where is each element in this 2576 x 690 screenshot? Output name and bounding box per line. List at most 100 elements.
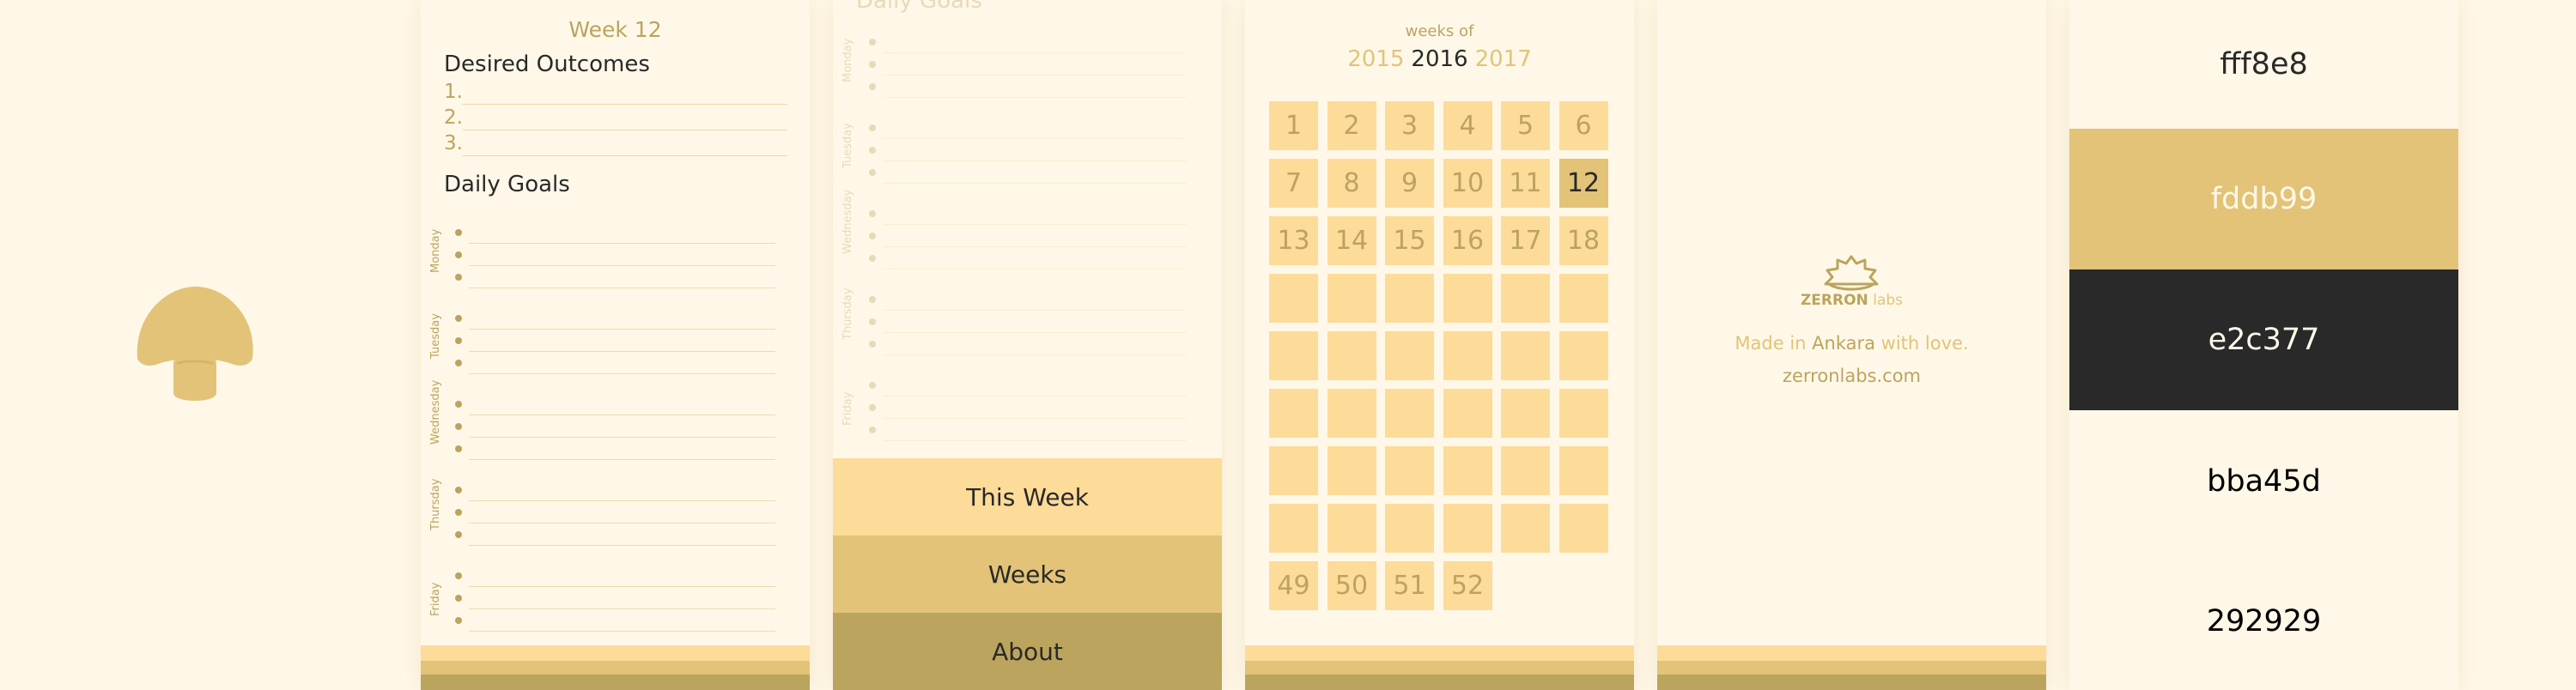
goal-row[interactable] (455, 352, 775, 374)
goal-row[interactable] (455, 307, 775, 330)
week-cell[interactable] (1501, 274, 1550, 323)
week-cell-13[interactable]: 13 (1269, 216, 1318, 265)
week-cell[interactable] (1501, 389, 1550, 438)
goal-row[interactable] (455, 587, 775, 609)
week-cell[interactable] (1501, 331, 1550, 380)
made-in-text: Made in Ankara with love. (1735, 333, 1969, 354)
goal-row[interactable] (869, 247, 1187, 269)
week-cell[interactable] (1385, 389, 1434, 438)
goal-row[interactable] (455, 415, 775, 438)
week-cell-7[interactable]: 7 (1269, 159, 1318, 208)
week-cell[interactable] (1385, 504, 1434, 553)
week-cell-15[interactable]: 15 (1385, 216, 1434, 265)
week-cell-8[interactable]: 8 (1327, 159, 1376, 208)
week-cell[interactable] (1558, 389, 1608, 438)
week-cell-1[interactable]: 1 (1269, 101, 1318, 150)
outcome-row-1[interactable]: 1. (444, 81, 787, 105)
week-cell[interactable] (1327, 504, 1376, 553)
week-cell[interactable] (1327, 446, 1376, 495)
week-cell-52[interactable]: 52 (1443, 561, 1492, 610)
week-cell-11[interactable]: 11 (1501, 159, 1550, 208)
goal-row[interactable] (455, 221, 775, 244)
stripe-light (1657, 645, 2046, 661)
weeks-button[interactable]: Weeks (833, 536, 1222, 613)
week-cell-3[interactable]: 3 (1385, 101, 1434, 150)
week-cell[interactable] (1558, 446, 1608, 495)
week-cell[interactable] (1558, 504, 1608, 553)
goal-bullet-icon (869, 61, 876, 68)
goal-row[interactable] (869, 139, 1187, 161)
goal-row[interactable] (869, 53, 1187, 76)
next-year-button[interactable]: 2017 (1475, 46, 1532, 72)
week-cell-6[interactable]: 6 (1558, 101, 1608, 150)
website-link[interactable]: zerronlabs.com (1657, 366, 2046, 386)
week-cell[interactable] (1269, 389, 1318, 438)
week-cell[interactable] (1385, 331, 1434, 380)
goal-row[interactable] (455, 609, 775, 632)
week-cell[interactable] (1501, 446, 1550, 495)
outcome-row-3[interactable]: 3. (444, 132, 787, 156)
week-cell-18[interactable]: 18 (1558, 216, 1608, 265)
goal-row[interactable] (455, 438, 775, 460)
goal-row[interactable] (869, 31, 1187, 53)
week-cell[interactable] (1269, 446, 1318, 495)
week-cell[interactable] (1443, 331, 1492, 380)
week-cell-50[interactable]: 50 (1327, 561, 1376, 610)
goal-row[interactable] (869, 419, 1187, 441)
week-cell[interactable] (1385, 274, 1434, 323)
goal-row[interactable] (869, 288, 1187, 311)
goal-row[interactable] (455, 393, 775, 415)
week-cell-9[interactable]: 9 (1385, 159, 1434, 208)
week-cell[interactable] (1501, 504, 1550, 553)
goal-row[interactable] (869, 396, 1187, 419)
prev-year-button[interactable]: 2015 (1347, 46, 1404, 72)
week-cell-51[interactable]: 51 (1385, 561, 1434, 610)
week-cell[interactable] (1327, 331, 1376, 380)
week-cell[interactable] (1327, 274, 1376, 323)
outcome-row-2[interactable]: 2. (444, 106, 787, 130)
week-cell-10[interactable]: 10 (1443, 159, 1492, 208)
week-cell[interactable] (1443, 446, 1492, 495)
this-week-button[interactable]: This Week (833, 458, 1222, 536)
week-cell[interactable] (1558, 331, 1608, 380)
week-cell-16[interactable]: 16 (1443, 216, 1492, 265)
goal-row[interactable] (869, 161, 1187, 184)
goal-row[interactable] (869, 76, 1187, 98)
stripe-dark (1245, 675, 1634, 690)
goal-row[interactable] (455, 330, 775, 352)
goal-row[interactable] (869, 311, 1187, 333)
goal-row[interactable] (455, 244, 775, 266)
week-cell-5[interactable]: 5 (1501, 101, 1550, 150)
goal-row[interactable] (869, 333, 1187, 355)
week-cell[interactable] (1327, 389, 1376, 438)
week-cell-12[interactable]: 12 (1558, 159, 1608, 208)
outcome-number: 2. (444, 106, 463, 129)
week-cell-2[interactable]: 2 (1327, 101, 1376, 150)
week-cell-14[interactable]: 14 (1327, 216, 1376, 265)
goal-row[interactable] (455, 501, 775, 524)
week-cell[interactable] (1269, 504, 1318, 553)
goal-row[interactable] (869, 225, 1187, 247)
week-cell[interactable] (1269, 331, 1318, 380)
goal-row[interactable] (869, 203, 1187, 225)
week-cell[interactable] (1558, 274, 1608, 323)
week-cell-17[interactable]: 17 (1501, 216, 1550, 265)
week-cell[interactable] (1443, 274, 1492, 323)
goal-row[interactable] (869, 374, 1187, 396)
week-cell[interactable] (1443, 389, 1492, 438)
week-cell[interactable] (1269, 274, 1318, 323)
goal-row[interactable] (455, 266, 775, 288)
week-cell[interactable] (1443, 504, 1492, 553)
week-day-label: Monday (429, 228, 442, 273)
goal-row[interactable] (455, 479, 775, 501)
swatch-2: fddb99 (2069, 129, 2458, 269)
goal-row[interactable] (455, 524, 775, 546)
goal-row[interactable] (869, 117, 1187, 139)
goal-bullet-icon (869, 382, 876, 389)
weeks-caption: weeks of (1405, 22, 1474, 40)
week-cell[interactable] (1385, 446, 1434, 495)
week-cell-4[interactable]: 4 (1443, 101, 1492, 150)
week-cell-49[interactable]: 49 (1269, 561, 1318, 610)
about-button[interactable]: About (833, 613, 1222, 690)
goal-row[interactable] (455, 565, 775, 587)
